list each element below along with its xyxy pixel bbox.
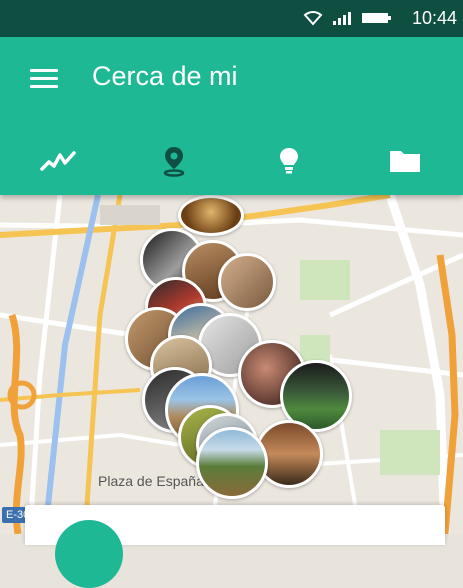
page-title: Cerca de mi: [92, 61, 238, 91]
folder-icon: [390, 151, 421, 172]
status-time: 10:44: [411, 8, 457, 28]
tab-activity[interactable]: [0, 137, 116, 185]
photo-marker[interactable]: [196, 427, 268, 499]
photo-marker[interactable]: [178, 195, 244, 236]
photo-marker[interactable]: [218, 253, 276, 311]
status-bar: 10:44: [0, 0, 463, 37]
map-view[interactable]: E-30 Plaza de España: [0, 195, 463, 534]
tab-folders[interactable]: [347, 137, 463, 185]
tab-nearby[interactable]: [116, 137, 232, 185]
wifi-icon: [303, 11, 323, 26]
signal-icon: [333, 12, 351, 25]
menu-icon[interactable]: [30, 69, 58, 89]
tab-ideas[interactable]: [232, 137, 348, 185]
battery-icon: [362, 13, 391, 23]
lightbulb-icon: [280, 148, 299, 174]
place-label: Plaza de España: [98, 473, 204, 489]
activity-icon: [40, 151, 76, 171]
location-pin-icon: [163, 147, 184, 177]
app-bar: Cerca de mi: [0, 37, 463, 195]
floating-action-button[interactable]: [55, 520, 123, 588]
tab-bar: [0, 137, 463, 185]
status-icons: [303, 10, 393, 26]
